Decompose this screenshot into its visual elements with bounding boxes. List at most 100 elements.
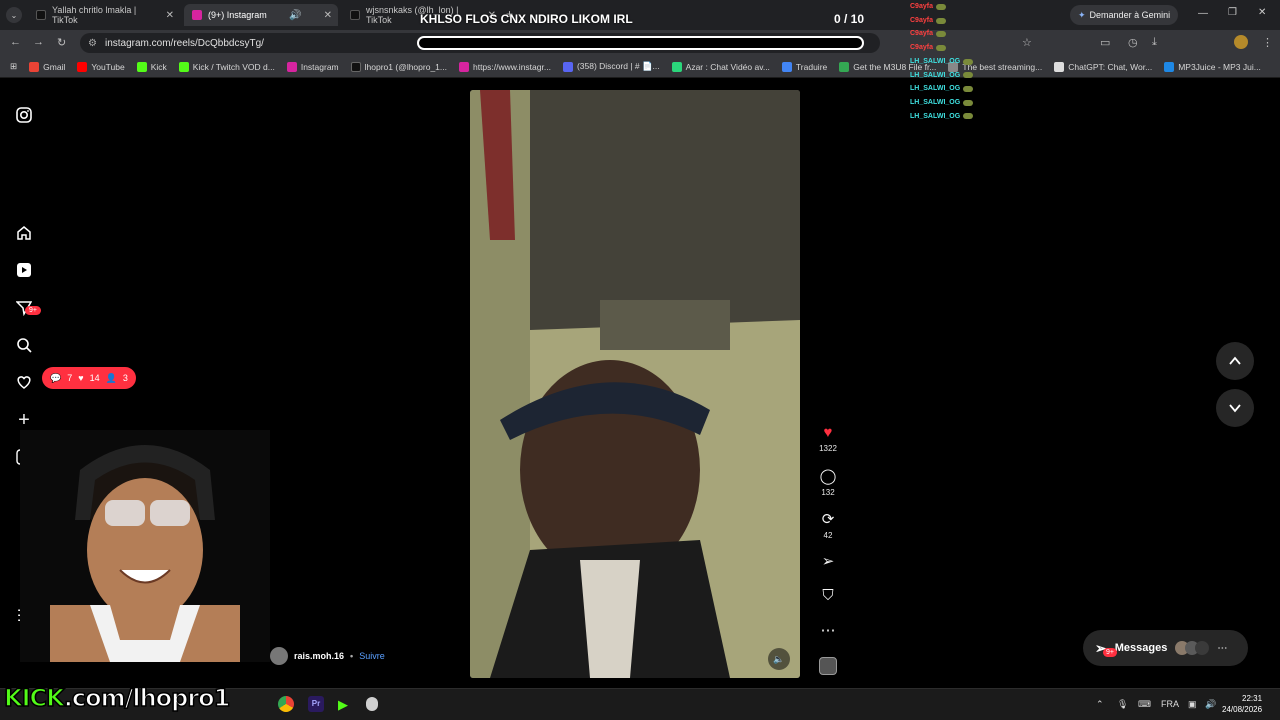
bookmark-azar[interactable]: Azar : Chat Vidéo av... [671, 61, 770, 72]
premiere-taskbar-icon[interactable]: Pr [308, 696, 324, 712]
kick-url-text: .com/lhopro1 [63, 683, 231, 713]
close-window-button[interactable]: ✕ [1258, 7, 1266, 18]
extensions-icon[interactable]: ▭ [1100, 36, 1110, 49]
follow-button[interactable]: Suivre [359, 651, 385, 661]
chrome-taskbar-icon[interactable] [278, 696, 294, 712]
stream-chat: C9ayfa C9ayfa C9ayfa C9ayfa LH_SALWI_OG LH_SA… [910, 0, 990, 123]
restore-button[interactable]: ❐ [1228, 7, 1237, 18]
bookmark-instagram[interactable]: Instagram [286, 61, 339, 72]
volume-tray-icon[interactable]: 🔊 [1205, 699, 1216, 710]
download-icon[interactable]: ⤓ [1152, 36, 1157, 49]
tab-instagram[interactable]: (9+) Instagram 🔊 ✕ [184, 4, 338, 26]
emote-icon [963, 99, 974, 106]
share-button[interactable]: ➢ [812, 552, 844, 570]
author-username[interactable]: rais.moh.16 [294, 651, 344, 661]
reel-video[interactable]: 🔈 [470, 90, 800, 678]
clock-time: 22:31 [1242, 694, 1263, 703]
app-taskbar-icon[interactable] [366, 697, 378, 711]
kick-taskbar-icon[interactable]: ▶ [338, 697, 348, 713]
kick-channel-logo: KICK.com/lhopro1 [3, 683, 231, 713]
reel-author[interactable]: rais.moh.16 • Suivre [270, 647, 385, 665]
tray-chevron-icon[interactable]: ⌃ [1096, 699, 1104, 710]
reload-icon[interactable]: ↻ [57, 36, 66, 49]
comments-count: 132 [821, 488, 835, 497]
notification-pill[interactable]: 💬 7 ♥ 14 👤 3 [42, 367, 136, 389]
display-icon[interactable]: ▣ [1188, 699, 1197, 710]
emote-icon [963, 86, 974, 93]
language-indicator[interactable]: FRA [1161, 699, 1179, 709]
bookmark-tiktok[interactable]: lhopro1 (@lhopro_1... [350, 61, 447, 72]
bookmark-kick-vod[interactable]: Kick / Twitch VOD d... [178, 61, 275, 72]
bookmark-mp3juice[interactable]: MP3Juice - MP3 Jui... [1164, 61, 1261, 72]
instagram-icon [192, 10, 202, 20]
gemini-button[interactable]: ✦ Demander à Gemini [1070, 5, 1179, 25]
audio-thumbnail[interactable] [819, 657, 837, 675]
bookmark-instagram-2[interactable]: https://www.instagr... [458, 61, 551, 72]
reposts-count: 42 [823, 531, 833, 540]
chatgpt-icon [1054, 61, 1065, 72]
previous-reel-button[interactable] [1216, 342, 1254, 380]
webcam-overlay [20, 430, 270, 662]
notifications-heart-icon[interactable] [13, 371, 35, 393]
next-reel-button[interactable] [1216, 389, 1254, 427]
mute-icon[interactable]: 🔊 [289, 10, 301, 21]
close-icon[interactable]: ✕ [324, 10, 332, 21]
emote-icon [963, 72, 974, 79]
instagram-icon [458, 61, 469, 72]
comment-icon: ◯ [819, 468, 837, 485]
home-icon[interactable] [13, 222, 35, 244]
azar-icon [671, 61, 682, 72]
history-icon[interactable]: ◷ [1128, 36, 1138, 49]
tab-tiktok-1[interactable]: Yallah chritlo lmakla | TikTok ✕ [28, 4, 180, 26]
save-button[interactable]: ⛉ [812, 587, 844, 604]
chat-message: LH_SALWI_OG [910, 69, 990, 83]
tab-search-button[interactable]: ⌄ [6, 7, 22, 23]
messages-button[interactable]: ➢ 9+ Messages ⋯ [1083, 630, 1248, 666]
bookmark-star-icon[interactable]: ☆ [1022, 36, 1032, 49]
profile-avatar[interactable] [1234, 35, 1248, 49]
site-info-icon[interactable]: ⚙ [88, 38, 97, 49]
bookmark-kick[interactable]: Kick [136, 61, 167, 72]
bookmark-youtube[interactable]: YouTube [77, 61, 125, 72]
minimize-button[interactable]: — [1198, 8, 1208, 19]
comment-icon: 💬 [50, 372, 62, 383]
stream-goal-progress-bar [417, 36, 864, 50]
messages-badge: 9+ [1103, 648, 1117, 657]
bookmark-label: Azar : Chat Vidéo av... [685, 61, 770, 72]
reels-icon[interactable] [13, 259, 35, 281]
stream-goal-progress: 0 / 10 [834, 12, 865, 26]
forward-icon[interactable]: → [33, 36, 44, 48]
keyboard-icon[interactable]: ⌨ [1138, 699, 1151, 710]
chat-username: LH_SALWI_OG [910, 57, 961, 65]
gmail-icon [29, 61, 40, 72]
more-options-button[interactable]: ⋯ [812, 621, 844, 639]
comment-button[interactable]: ◯ 132 [812, 467, 844, 497]
repost-button[interactable]: ⟳ 42 [812, 510, 844, 540]
menu-icon[interactable]: ⋮ [1262, 36, 1273, 49]
bookmark-discord[interactable]: (358) Discord | # 📄... [562, 61, 660, 72]
heart-icon: ♥ [78, 373, 84, 383]
m3u8-icon [839, 61, 850, 72]
close-icon[interactable]: ✕ [166, 10, 174, 21]
search-icon[interactable] [13, 334, 35, 356]
back-icon[interactable]: ← [10, 36, 21, 48]
follows-count: 3 [122, 373, 128, 383]
bookmark-gmail[interactable]: Gmail [29, 61, 65, 72]
chat-message: C9ayfa [910, 27, 990, 41]
author-avatar[interactable] [270, 647, 288, 665]
apps-icon[interactable]: ⊞ [10, 61, 17, 72]
likes-count: 14 [89, 373, 100, 383]
create-plus-icon[interactable]: + [13, 409, 35, 431]
system-clock[interactable]: 22:31 24/08/2026 [1222, 693, 1262, 715]
like-button[interactable]: ♥ 1322 [812, 424, 844, 453]
chat-username: LH_SALWI_OG [910, 98, 961, 106]
bookmark-translate[interactable]: Traduire [781, 61, 827, 72]
bookmark-chatgpt[interactable]: ChatGPT: Chat, Wor... [1054, 61, 1152, 72]
microphone-icon[interactable]: 🎙 [1117, 699, 1128, 710]
bookmark-label: lhopro1 (@lhopro_1... [364, 61, 447, 72]
bookmark-label: MP3Juice - MP3 Jui... [1178, 61, 1261, 72]
volume-icon[interactable]: 🔈 [768, 648, 790, 670]
instagram-logo-icon[interactable] [13, 104, 35, 126]
chat-username: LH_SALWI_OG [910, 71, 961, 79]
chat-message: LH_SALWI_OG [910, 110, 990, 124]
